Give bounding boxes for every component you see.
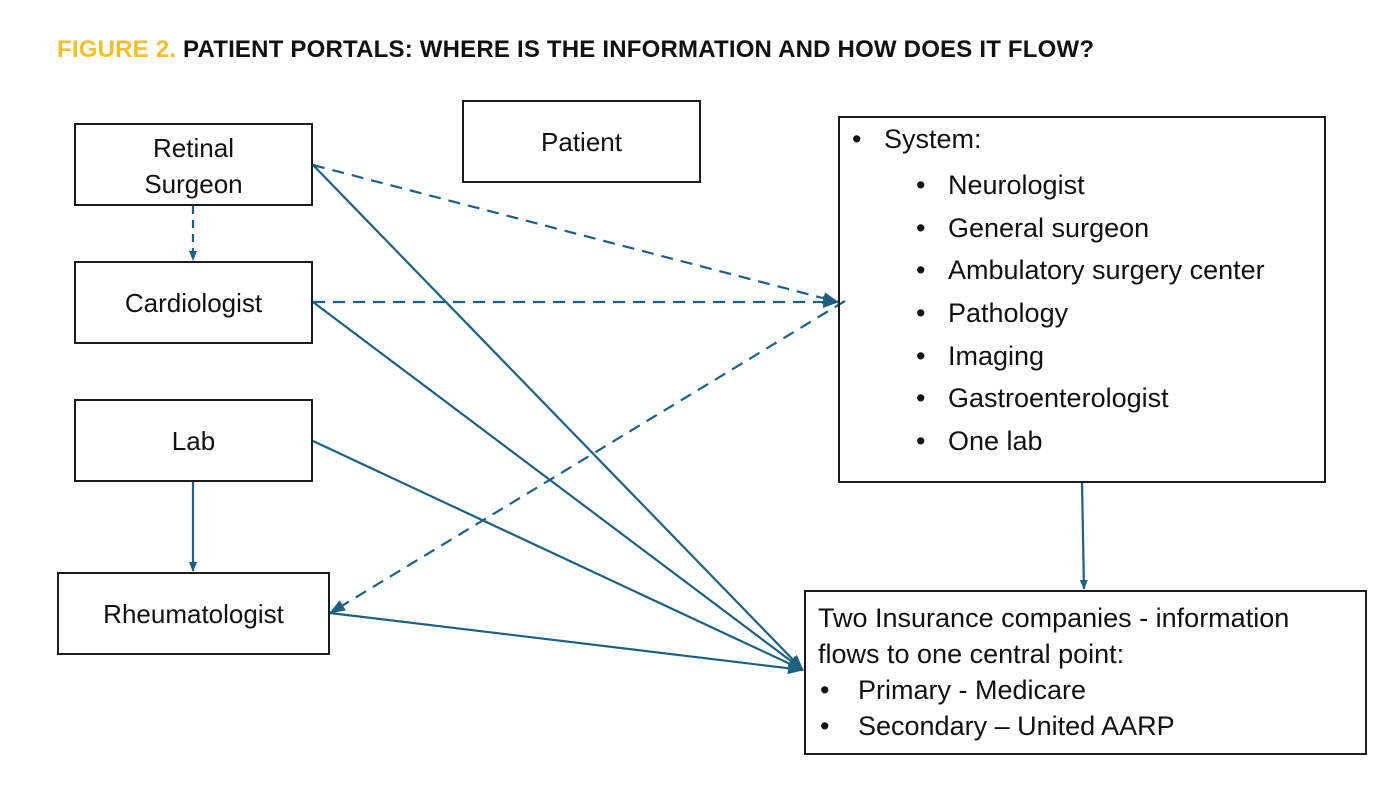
edge-system-to-rheumatologist (329, 300, 846, 614)
node-lab-label: Lab (171, 425, 216, 456)
system-item-text: One lab (948, 426, 1043, 457)
system-item-text: Ambulatory surgery center (948, 255, 1265, 286)
insurance-heading: Two Insurance companies - information fl… (818, 603, 1290, 669)
system-item-text: General surgeon (948, 212, 1150, 243)
system-list-item: One lab (916, 420, 1265, 463)
edge-cardiologist-to-insurance (312, 301, 804, 671)
system-list-item: General surgeon (916, 207, 1265, 250)
system-list-item: Neurologist (916, 164, 1265, 207)
edge-system-to-insurance (1079, 482, 1088, 590)
node-retinal-surgeon-label: Retinal Surgeon (144, 132, 243, 199)
system-list-item: Ambulatory surgery center (916, 249, 1265, 292)
edge-retinal-to-insurance (312, 164, 804, 671)
node-patient-label: Patient (541, 126, 622, 157)
node-lab: Lab (74, 399, 313, 482)
node-cardiologist: Cardiologist (74, 261, 313, 344)
insurance-list: Primary - Medicare Secondary – United AA… (818, 672, 1365, 744)
system-item-text: Imaging (948, 340, 1045, 371)
system-list-item: Pathology (916, 292, 1265, 335)
system-heading-text: System: (884, 124, 982, 154)
node-patient: Patient (462, 100, 701, 183)
node-cardiologist-label: Cardiologist (124, 287, 263, 318)
insurance-item-text: Primary - Medicare (858, 675, 1087, 705)
insurance-item-text: Secondary – United AARP (858, 711, 1175, 741)
insurance-list-item: Secondary – United AARP (818, 708, 1365, 744)
edge-rheumatologist-to-insurance (329, 611, 804, 675)
edge-retinal-to-system (312, 163, 839, 305)
system-item-text: Pathology (948, 298, 1069, 329)
system-list: Neurologist General surgeon Ambulatory s… (916, 164, 1265, 463)
system-heading: System: (852, 124, 1336, 155)
node-insurance: Two Insurance companies - information fl… (804, 590, 1367, 755)
system-list-item: Gastroenterologist (916, 377, 1265, 420)
node-system: System: Neurologist General surgeon Ambu… (838, 116, 1326, 483)
edge-lab-to-insurance (312, 440, 804, 671)
node-retinal-surgeon: Retinal Surgeon (74, 123, 313, 206)
insurance-list-item: Primary - Medicare (818, 672, 1365, 708)
system-list-item: Imaging (916, 335, 1265, 378)
node-rheumatologist-label: Rheumatologist (103, 598, 284, 629)
system-item-text: Gastroenterologist (948, 383, 1169, 414)
node-rheumatologist: Rheumatologist (57, 572, 330, 655)
system-item-text: Neurologist (948, 170, 1085, 200)
